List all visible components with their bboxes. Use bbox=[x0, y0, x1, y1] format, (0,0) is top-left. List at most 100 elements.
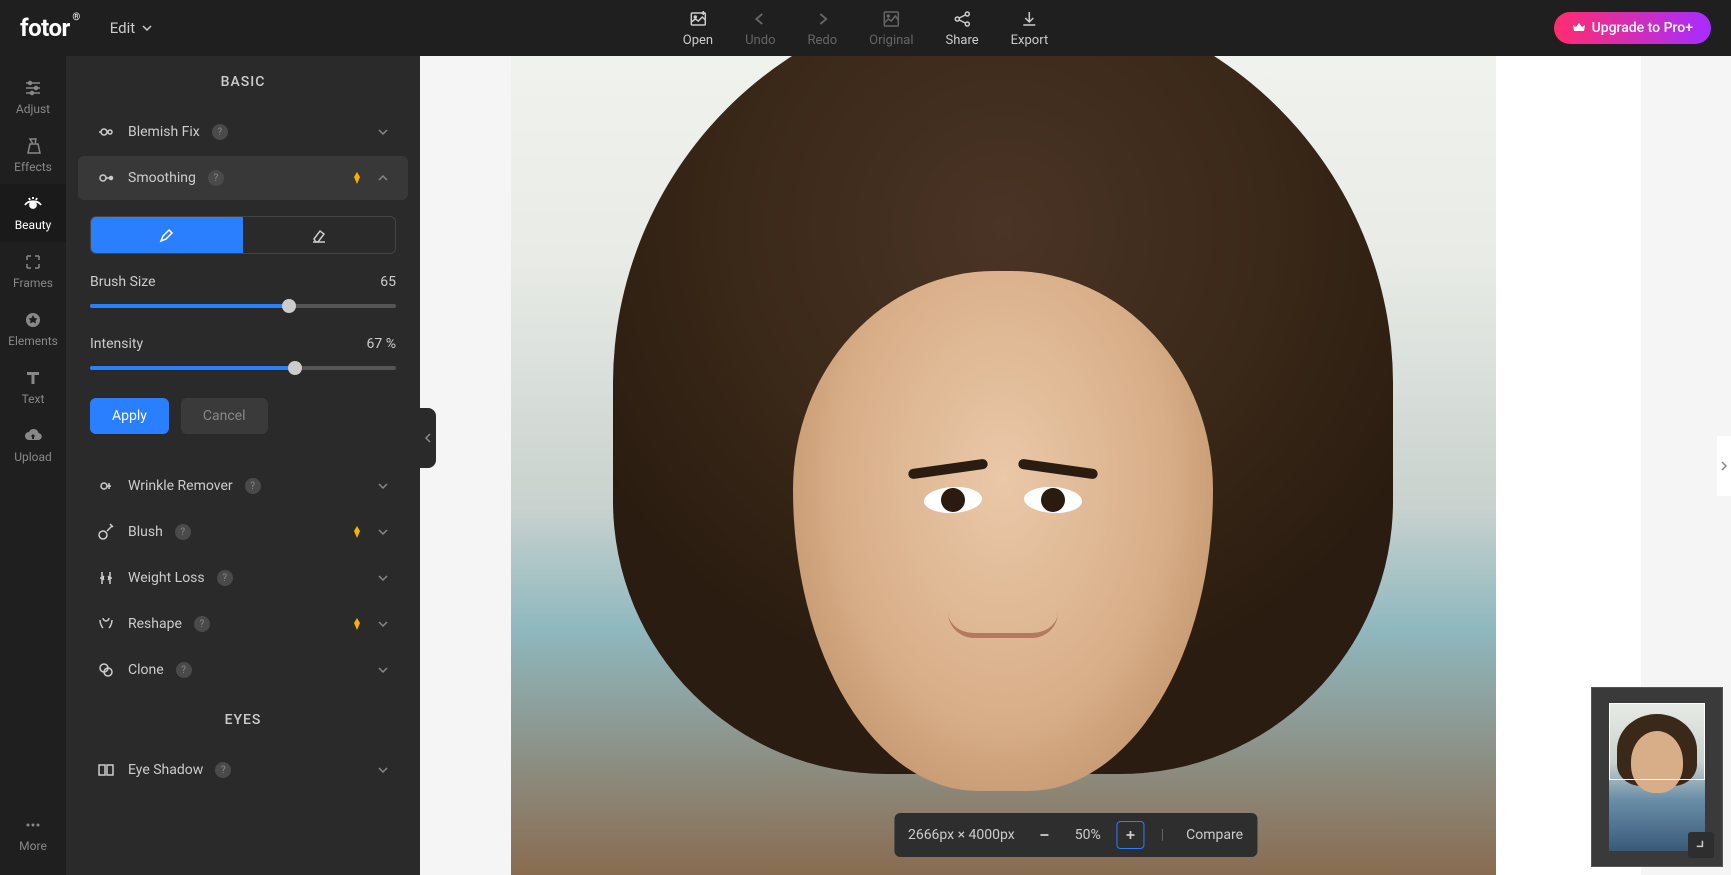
zoom-out-button[interactable] bbox=[1031, 821, 1059, 849]
chevron-down-icon bbox=[376, 617, 390, 631]
help-icon[interactable]: ? bbox=[208, 170, 224, 186]
eye-shadow-label: Eye Shadow bbox=[128, 762, 203, 778]
nav-more[interactable]: More bbox=[0, 805, 66, 863]
more-icon bbox=[23, 815, 43, 835]
intensity-thumb[interactable] bbox=[288, 361, 302, 375]
redo-label: Redo bbox=[807, 33, 837, 48]
nav-more-label: More bbox=[19, 839, 47, 853]
wrinkle-label: Wrinkle Remover bbox=[128, 478, 233, 494]
nav-beauty-label: Beauty bbox=[15, 218, 52, 232]
compare-button[interactable]: Compare bbox=[1186, 827, 1243, 843]
redo-icon bbox=[812, 9, 832, 29]
nav-upload[interactable]: Upload bbox=[0, 416, 66, 474]
nav-frames[interactable]: Frames bbox=[0, 242, 66, 300]
premium-icon bbox=[350, 171, 364, 185]
tool-clone[interactable]: Clone ? bbox=[78, 648, 408, 692]
text-icon bbox=[23, 368, 43, 388]
tool-blush[interactable]: Blush ? bbox=[78, 510, 408, 554]
crown-icon bbox=[1572, 21, 1586, 35]
help-icon[interactable]: ? bbox=[175, 524, 191, 540]
tool-eye-shadow[interactable]: Eye Shadow ? bbox=[78, 748, 408, 792]
section-eyes-title: EYES bbox=[66, 694, 420, 746]
original-label: Original bbox=[869, 33, 913, 48]
upgrade-label: Upgrade to Pro+ bbox=[1592, 20, 1693, 36]
zoom-level[interactable]: 50% bbox=[1075, 827, 1101, 843]
canvas-area[interactable]: 2666px × 4000px 50% | Compare bbox=[420, 56, 1731, 875]
minimap-collapse-button[interactable] bbox=[1688, 832, 1714, 858]
cancel-button[interactable]: Cancel bbox=[181, 398, 268, 434]
nav-text[interactable]: Text bbox=[0, 358, 66, 416]
panel-collapse-handle[interactable] bbox=[420, 408, 436, 468]
nav-elements[interactable]: Elements bbox=[0, 300, 66, 358]
chevron-down-icon bbox=[376, 125, 390, 139]
original-icon bbox=[881, 9, 901, 29]
brush-icon bbox=[158, 226, 176, 244]
premium-icon bbox=[350, 525, 364, 539]
open-label: Open bbox=[683, 33, 713, 48]
eye-shadow-icon bbox=[96, 760, 116, 780]
tool-wrinkle-remover[interactable]: Wrinkle Remover ? bbox=[78, 464, 408, 508]
share-button[interactable]: Share bbox=[946, 9, 979, 48]
minimap-viewport[interactable] bbox=[1609, 703, 1705, 780]
intensity-track[interactable] bbox=[90, 366, 396, 370]
chevron-down-icon bbox=[141, 22, 153, 34]
chevron-down-icon bbox=[376, 525, 390, 539]
edit-menu[interactable]: Edit bbox=[110, 19, 153, 37]
premium-icon bbox=[350, 617, 364, 631]
edit-menu-label: Edit bbox=[110, 19, 135, 37]
zoom-in-button[interactable] bbox=[1117, 821, 1145, 849]
export-button[interactable]: Export bbox=[1011, 9, 1049, 48]
top-actions: Open Undo Redo Original Share Export bbox=[683, 9, 1048, 48]
upgrade-button[interactable]: Upgrade to Pro+ bbox=[1554, 12, 1711, 44]
tool-reshape[interactable]: Reshape ? bbox=[78, 602, 408, 646]
brush-size-track[interactable] bbox=[90, 304, 396, 308]
brush-add-mode[interactable] bbox=[91, 217, 243, 253]
chevron-down-icon bbox=[376, 479, 390, 493]
nav-effects[interactable]: Effects bbox=[0, 126, 66, 184]
intensity-value-wrap: 67 % bbox=[367, 336, 397, 352]
brush-size-slider: Brush Size 65 bbox=[90, 274, 396, 308]
tool-blemish-fix[interactable]: Blemish Fix ? bbox=[78, 110, 408, 154]
help-icon[interactable]: ? bbox=[245, 478, 261, 494]
brush-size-thumb[interactable] bbox=[282, 299, 296, 313]
canvas-image[interactable] bbox=[511, 56, 1496, 875]
nav-adjust[interactable]: Adjust bbox=[0, 68, 66, 126]
original-button[interactable]: Original bbox=[869, 9, 913, 48]
apply-button[interactable]: Apply bbox=[90, 398, 169, 434]
canvas-dimensions: 2666px × 4000px bbox=[908, 827, 1015, 843]
help-icon[interactable]: ? bbox=[212, 124, 228, 140]
minimap[interactable] bbox=[1591, 687, 1723, 867]
chevron-up-icon bbox=[376, 171, 390, 185]
nav-effects-label: Effects bbox=[14, 160, 52, 174]
blemish-label: Blemish Fix bbox=[128, 124, 200, 140]
intensity-label: Intensity bbox=[90, 336, 143, 352]
smoothing-icon bbox=[96, 168, 116, 188]
reshape-icon bbox=[96, 614, 116, 634]
undo-button[interactable]: Undo bbox=[745, 9, 775, 48]
section-basic-title: BASIC bbox=[66, 56, 420, 108]
brush-erase-mode[interactable] bbox=[243, 217, 395, 253]
logo-trademark: ® bbox=[72, 12, 79, 23]
adjust-icon bbox=[23, 78, 43, 98]
share-icon bbox=[952, 9, 972, 29]
tool-weight-loss[interactable]: Weight Loss ? bbox=[78, 556, 408, 600]
minimap-image bbox=[1609, 703, 1705, 851]
redo-button[interactable]: Redo bbox=[807, 9, 837, 48]
open-button[interactable]: Open bbox=[683, 9, 713, 48]
undo-icon bbox=[750, 9, 770, 29]
tool-smoothing[interactable]: Smoothing ? bbox=[78, 156, 408, 200]
export-icon bbox=[1019, 9, 1039, 29]
share-label: Share bbox=[946, 33, 979, 48]
help-icon[interactable]: ? bbox=[217, 570, 233, 586]
help-icon[interactable]: ? bbox=[194, 616, 210, 632]
right-expand-handle[interactable] bbox=[1717, 436, 1731, 496]
help-icon[interactable]: ? bbox=[215, 762, 231, 778]
blush-icon bbox=[96, 522, 116, 542]
top-bar: fotor® Edit Open Undo Redo Original Shar… bbox=[0, 0, 1731, 56]
nav-beauty[interactable]: Beauty bbox=[0, 184, 66, 242]
wrinkle-icon bbox=[96, 476, 116, 496]
nav-elements-label: Elements bbox=[8, 334, 58, 348]
help-icon[interactable]: ? bbox=[176, 662, 192, 678]
chevron-down-icon bbox=[376, 571, 390, 585]
elements-icon bbox=[23, 310, 43, 330]
